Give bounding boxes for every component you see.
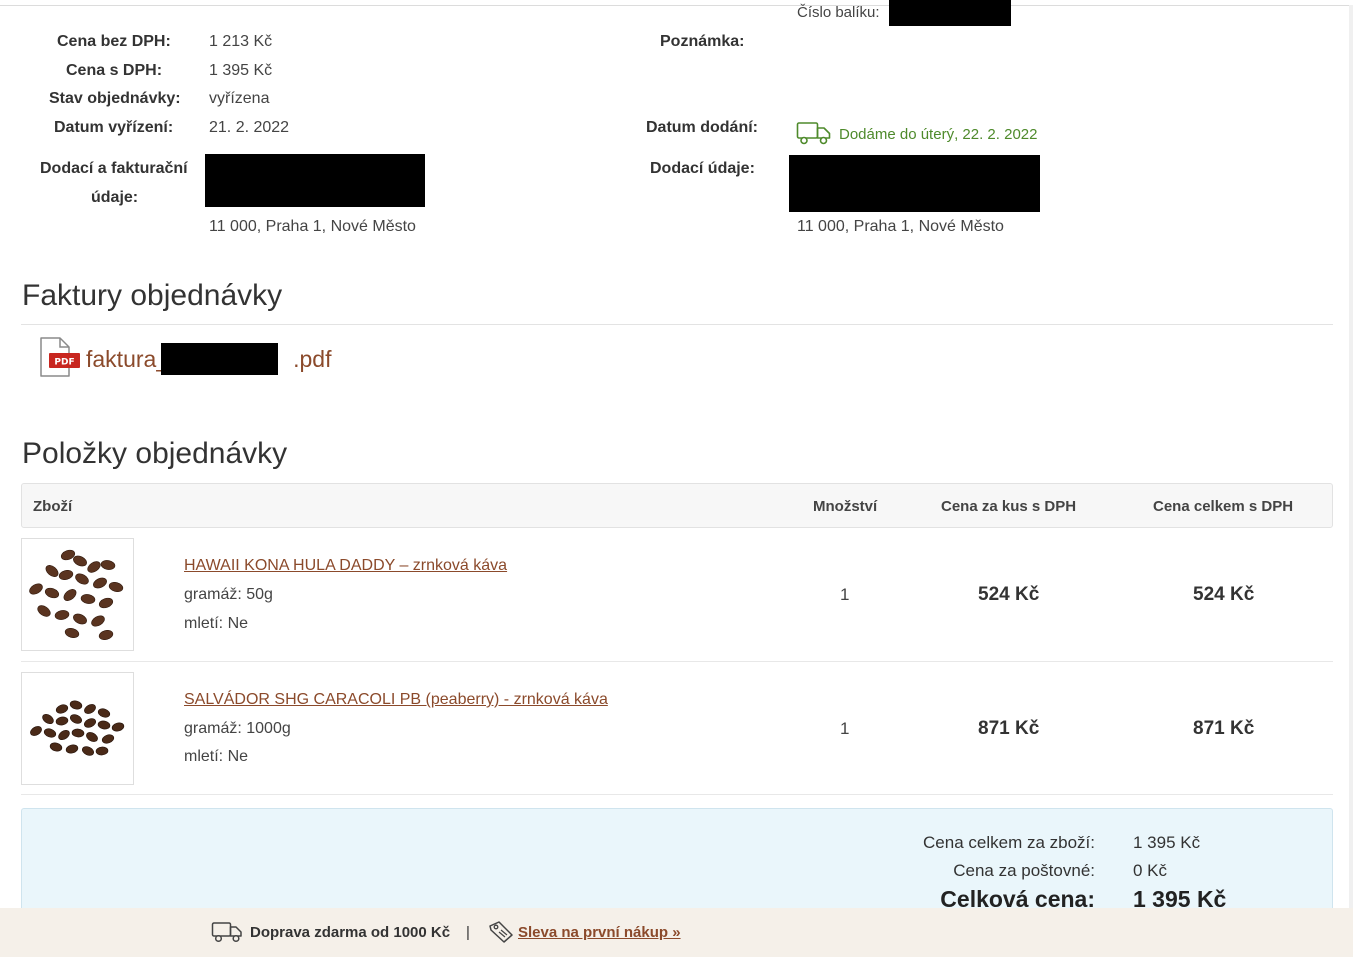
delivery-date-value: Dodáme do úterý, 22. 2. 2022: [839, 126, 1038, 143]
pdf-badge: PDF: [54, 358, 74, 368]
package-number-label: Číslo balíku:: [797, 4, 880, 21]
row-divider: [21, 661, 1333, 662]
price-with-vat-label: Cena s DPH:: [66, 62, 163, 79]
redacted-package-number: [889, 0, 1011, 26]
order-status-value: vyřízena: [209, 90, 270, 107]
items-table-header: Zboží Množství Cena za kus s DPH Cena ce…: [21, 483, 1333, 528]
completed-date-value: 21. 2. 2022: [209, 119, 290, 136]
invoices-title: Faktury objednávky: [22, 279, 283, 312]
scrollbar[interactable]: [1349, 5, 1353, 957]
header-unit-price: Cena za kus s DPH: [941, 498, 1077, 515]
first-purchase-discount-link[interactable]: Sleva na první nákup »: [518, 924, 681, 941]
divider: [21, 324, 1333, 325]
invoice-filename-suffix: .pdf: [293, 346, 332, 372]
header-total-price: Cena celkem s DPH: [1153, 498, 1294, 515]
items-title: Položky objednávky: [22, 437, 288, 470]
billing-label-line1: Dodací a fakturační: [40, 160, 188, 177]
price-without-vat-value: 1 213 Kč: [209, 33, 273, 50]
tag-icon: [487, 920, 515, 949]
order-status-label: Stav objednávky:: [49, 90, 181, 107]
product-link[interactable]: HAWAII KONA HULA DADDY – zrnková káva: [184, 557, 507, 575]
goods-total-value: 1 395 Kč: [1133, 833, 1201, 852]
truck-icon: [796, 120, 832, 151]
product-image[interactable]: [21, 538, 134, 651]
price-without-vat-label: Cena bez DPH:: [57, 33, 171, 50]
redacted-invoice-number: [161, 343, 278, 375]
invoice-filename-prefix: faktura_: [86, 346, 170, 372]
price-with-vat-value: 1 395 Kč: [209, 62, 273, 79]
billing-label-line2: údaje:: [91, 189, 139, 206]
footer-separator: |: [466, 924, 470, 941]
truck-icon: [211, 920, 243, 949]
pdf-file-icon[interactable]: PDF: [39, 337, 81, 382]
product-weight: gramáž: 1000g: [184, 720, 291, 737]
product-grind: mletí: Ne: [184, 748, 249, 765]
header-product: Zboží: [33, 498, 73, 515]
free-shipping-text: Doprava zdarma od 1000 Kč: [250, 924, 451, 941]
note-label: Poznámka:: [660, 33, 745, 50]
product-unit-price: 871 Kč: [978, 718, 1040, 739]
product-quantity: 1: [840, 585, 850, 604]
product-grind: mletí: Ne: [184, 615, 249, 632]
product-total-price: 871 Kč: [1193, 718, 1255, 739]
product-quantity: 1: [840, 719, 850, 738]
billing-city: 11 000, Praha 1, Nové Město: [209, 218, 416, 235]
product-unit-price: 524 Kč: [978, 584, 1040, 605]
product-total-price: 524 Kč: [1193, 584, 1255, 605]
redacted-shipping-address: [789, 155, 1040, 212]
header-quantity: Množství: [813, 498, 878, 515]
shipping-cost-value: 0 Kč: [1133, 861, 1168, 880]
footer-bar: Doprava zdarma od 1000 Kč | Sleva na prv…: [0, 908, 1353, 957]
product-weight: gramáž: 50g: [184, 586, 273, 603]
redacted-billing-address: [205, 154, 425, 207]
shipping-label: Dodací údaje:: [650, 160, 755, 177]
goods-total-label: Cena celkem za zboží:: [923, 833, 1095, 852]
shipping-cost-label: Cena za poštovné:: [953, 861, 1095, 880]
row-divider: [21, 794, 1333, 795]
completed-date-label: Datum vyřízení:: [54, 119, 174, 136]
delivery-date-label: Datum dodání:: [646, 119, 758, 136]
shipping-city: 11 000, Praha 1, Nové Město: [797, 218, 1004, 235]
product-link[interactable]: SALVÁDOR SHG CARACOLI PB (peaberry) - zr…: [184, 691, 608, 709]
product-image[interactable]: [21, 672, 134, 785]
